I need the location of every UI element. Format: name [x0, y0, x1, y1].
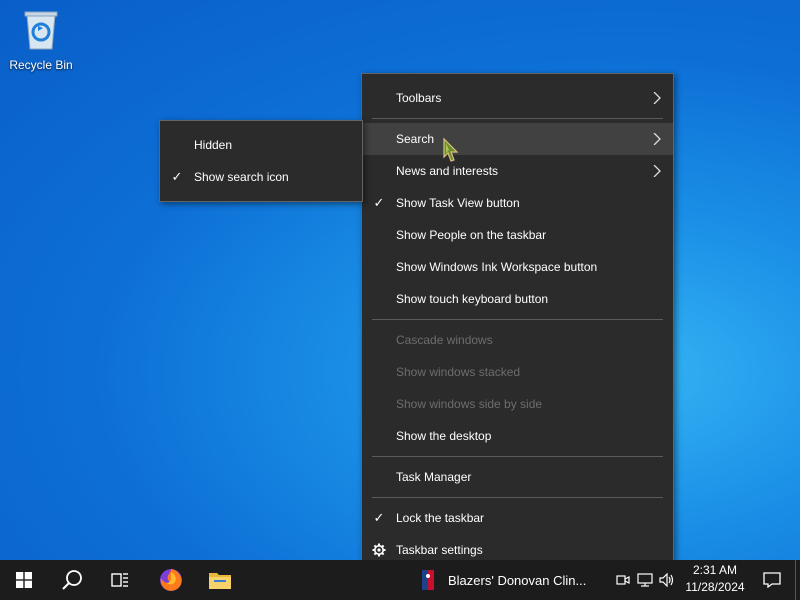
taskbar: Blazers' Donovan Clin... 2:31 AM 11/28/2…	[0, 560, 800, 600]
menu-item-label: Show the desktop	[396, 429, 492, 443]
firefox-taskbar-button[interactable]	[147, 560, 195, 600]
gear-icon	[372, 543, 386, 557]
menu-item-label: Show Windows Ink Workspace button	[396, 260, 598, 274]
notification-icon	[763, 572, 781, 588]
nba-logo-icon	[418, 570, 438, 590]
taskbar-clock[interactable]: 2:31 AM 11/28/2024	[682, 562, 748, 598]
checkmark-icon: ✓	[171, 169, 183, 184]
menu-item-show-people[interactable]: Show People on the taskbar	[362, 219, 673, 251]
menu-item-label: Show windows side by side	[396, 397, 543, 411]
checkmark-icon: ✓	[373, 195, 385, 210]
menu-separator	[372, 118, 663, 119]
menu-item-show-desktop[interactable]: Show the desktop	[362, 420, 673, 452]
network-icon[interactable]	[634, 560, 656, 600]
windows-start-icon	[16, 572, 32, 588]
search-icon	[62, 570, 82, 590]
menu-item-label: Cascade windows	[396, 333, 493, 347]
recycle-bin-desktop-icon[interactable]: Recycle Bin	[6, 6, 76, 76]
menu-item-windows-stacked: Show windows stacked	[362, 356, 673, 388]
menu-item-cascade-windows: Cascade windows	[362, 324, 673, 356]
menu-item-show-touch-keyboard[interactable]: Show touch keyboard button	[362, 283, 673, 315]
system-tray	[612, 560, 678, 600]
menu-item-search[interactable]: Search	[362, 123, 673, 155]
menu-item-label: Show Task View button	[396, 196, 520, 210]
action-center-button[interactable]	[752, 560, 792, 600]
menu-item-windows-side-by-side: Show windows side by side	[362, 388, 673, 420]
recycle-bin-icon	[19, 6, 63, 52]
submenu-item-show-search-icon[interactable]: ✓ Show search icon	[160, 161, 362, 193]
search-submenu: Hidden ✓ Show search icon	[159, 120, 363, 202]
menu-item-label: News and interests	[396, 164, 499, 178]
menu-item-lock-taskbar[interactable]: ✓ Lock the taskbar	[362, 502, 673, 534]
chevron-right-icon	[653, 165, 661, 177]
clock-time: 2:31 AM	[692, 563, 738, 577]
menu-item-label: Hidden	[194, 138, 233, 152]
menu-item-label: Show People on the taskbar	[396, 228, 547, 242]
task-view-button[interactable]	[96, 560, 144, 600]
menu-item-show-task-view[interactable]: ✓ Show Task View button	[362, 187, 673, 219]
menu-separator	[372, 319, 663, 320]
start-button[interactable]	[0, 560, 48, 600]
menu-separator	[372, 497, 663, 498]
menu-item-label: Toolbars	[396, 91, 442, 105]
show-desktop-button[interactable]	[795, 560, 800, 600]
menu-separator	[372, 456, 663, 457]
cursor-icon	[443, 137, 459, 162]
menu-item-label: Lock the taskbar	[396, 511, 485, 525]
chevron-right-icon	[653, 133, 661, 145]
menu-item-show-ink-workspace[interactable]: Show Windows Ink Workspace button	[362, 251, 673, 283]
firefox-icon	[160, 569, 182, 591]
clock-date: 11/28/2024	[685, 580, 745, 594]
menu-item-label: Taskbar settings	[396, 543, 483, 557]
volume-icon[interactable]	[656, 560, 678, 600]
submenu-item-hidden[interactable]: Hidden	[160, 129, 362, 161]
menu-item-news-and-interests[interactable]: News and interests	[362, 155, 673, 187]
news-headline: Blazers' Donovan Clin...	[448, 572, 587, 588]
menu-item-toolbars[interactable]: Toolbars	[362, 82, 673, 114]
chevron-right-icon	[653, 92, 661, 104]
file-explorer-taskbar-button[interactable]	[196, 560, 244, 600]
recycle-bin-label: Recycle Bin	[9, 58, 73, 72]
file-explorer-icon	[209, 573, 231, 589]
taskbar-context-menu: Toolbars Search News and interests ✓ Sho…	[361, 73, 674, 576]
news-and-interests-widget[interactable]: Blazers' Donovan Clin...	[418, 560, 608, 600]
task-view-icon	[111, 573, 128, 587]
menu-item-label: Search	[396, 132, 435, 146]
checkmark-icon: ✓	[373, 510, 385, 525]
menu-item-label: Show search icon	[194, 170, 289, 184]
menu-item-label: Show touch keyboard button	[396, 292, 549, 306]
taskbar-search-button[interactable]	[48, 560, 96, 600]
meet-now-icon[interactable]	[612, 560, 634, 600]
menu-item-task-manager[interactable]: Task Manager	[362, 461, 673, 493]
menu-item-label: Show windows stacked	[396, 365, 521, 379]
menu-item-label: Task Manager	[396, 470, 472, 484]
